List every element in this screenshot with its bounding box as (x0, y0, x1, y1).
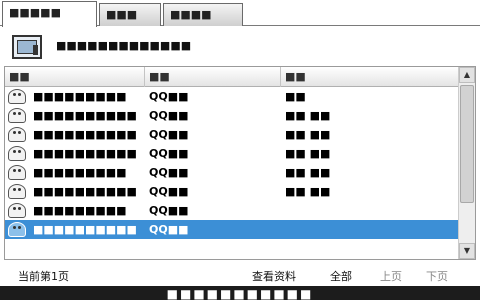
user-avatar-icon (8, 108, 26, 123)
user-avatar-icon (8, 89, 26, 104)
qq-number: ■■■■■■■■■■ (33, 109, 137, 122)
location: ■■ ■■ (285, 166, 331, 179)
tab-bar: ■■■■■ ■■■ ■■■■ (0, 0, 480, 27)
table-row[interactable]: ■■■■■■■■■■ QQ■■ ■■ ■■ (5, 144, 459, 163)
location: ■■ ■■ (285, 147, 331, 160)
table-row[interactable]: ■■■■■■■■■■ QQ■■ ■■ ■■ (5, 182, 459, 201)
nickname: QQ■■ (149, 185, 189, 198)
scroll-down-button[interactable]: ▼ (459, 243, 475, 259)
tab-search-contacts[interactable]: ■■■■■ (2, 1, 97, 27)
qq-number: ■■■■■■■■■ (33, 166, 127, 179)
caption-overlay: ■■■■■■■■■■■ (0, 286, 480, 300)
user-avatar-icon (8, 184, 26, 199)
nickname: QQ■■ (149, 204, 189, 217)
table-row[interactable]: ■■■■■■■■■ QQ■■ ■■ (5, 87, 459, 106)
table-row-selected[interactable]: ■■■■■■■■■■ QQ■■ (5, 220, 459, 239)
table-row[interactable]: ■■■■■■■■■ QQ■■ ■■ ■■ (5, 163, 459, 182)
qq-number: ■■■■■■■■■■ (33, 147, 137, 160)
column-header-number[interactable]: ■■ (5, 67, 145, 87)
column-header-location[interactable]: ■■ (281, 67, 459, 87)
info-bar: ■■■■■■■■■■■■■ (0, 27, 480, 65)
qq-number: ■■■■■■■■■■ (33, 128, 137, 141)
caption-text: ■■■■■■■■■■■ (166, 287, 314, 300)
nickname: QQ■■ (149, 90, 189, 103)
qq-number: ■■■■■■■■■ (33, 204, 127, 217)
nickname: QQ■■ (149, 128, 189, 141)
view-details-button[interactable]: 查看资料 (252, 268, 296, 284)
user-avatar-icon (8, 127, 26, 142)
nickname: QQ■■ (149, 166, 189, 179)
table-row[interactable]: ■■■■■■■■■■ QQ■■ ■■ ■■ (5, 125, 459, 144)
prev-page-button[interactable]: 上页 (380, 268, 402, 284)
results-list: ■■ ■■ ■■ ■■■■■■■■■ QQ■■ ■■ ■■■■■■■■■■ QQ… (4, 66, 476, 260)
nickname: QQ■■ (149, 223, 189, 236)
user-avatar-icon (8, 165, 26, 180)
qq-number: ■■■■■■■■■■ (33, 185, 137, 198)
scroll-up-button[interactable]: ▲ (459, 67, 475, 83)
list-header: ■■ ■■ ■■ (5, 67, 459, 87)
vertical-scrollbar[interactable]: ▲ ▼ (458, 67, 475, 259)
next-page-button[interactable]: 下页 (426, 268, 448, 284)
user-avatar-icon (8, 146, 26, 161)
table-row[interactable]: ■■■■■■■■■■ QQ■■ ■■ ■■ (5, 106, 459, 125)
all-button[interactable]: 全部 (330, 268, 352, 284)
column-header-nickname[interactable]: ■■ (145, 67, 281, 87)
qq-number: ■■■■■■■■■ (33, 90, 127, 103)
user-avatar-icon (8, 203, 26, 218)
location: ■■ ■■ (285, 109, 331, 122)
table-row[interactable]: ■■■■■■■■■ QQ■■ (5, 201, 459, 220)
qq-number: ■■■■■■■■■■ (33, 223, 137, 236)
nickname: QQ■■ (149, 147, 189, 160)
page-indicator: 当前第1页 (18, 270, 69, 283)
info-text: ■■■■■■■■■■■■■ (56, 39, 192, 52)
location: ■■ ■■ (285, 128, 331, 141)
bottom-bar: 当前第1页 查看资料 全部 上页 下页 (0, 262, 480, 286)
location: ■■ (285, 90, 306, 103)
nickname: QQ■■ (149, 109, 189, 122)
scroll-thumb[interactable] (460, 85, 474, 203)
monitor-icon (12, 35, 42, 59)
tab-search-groups[interactable]: ■■■ (99, 3, 161, 26)
user-avatar-icon (8, 222, 26, 237)
tab-search-more[interactable]: ■■■■ (163, 3, 243, 26)
location: ■■ ■■ (285, 185, 331, 198)
